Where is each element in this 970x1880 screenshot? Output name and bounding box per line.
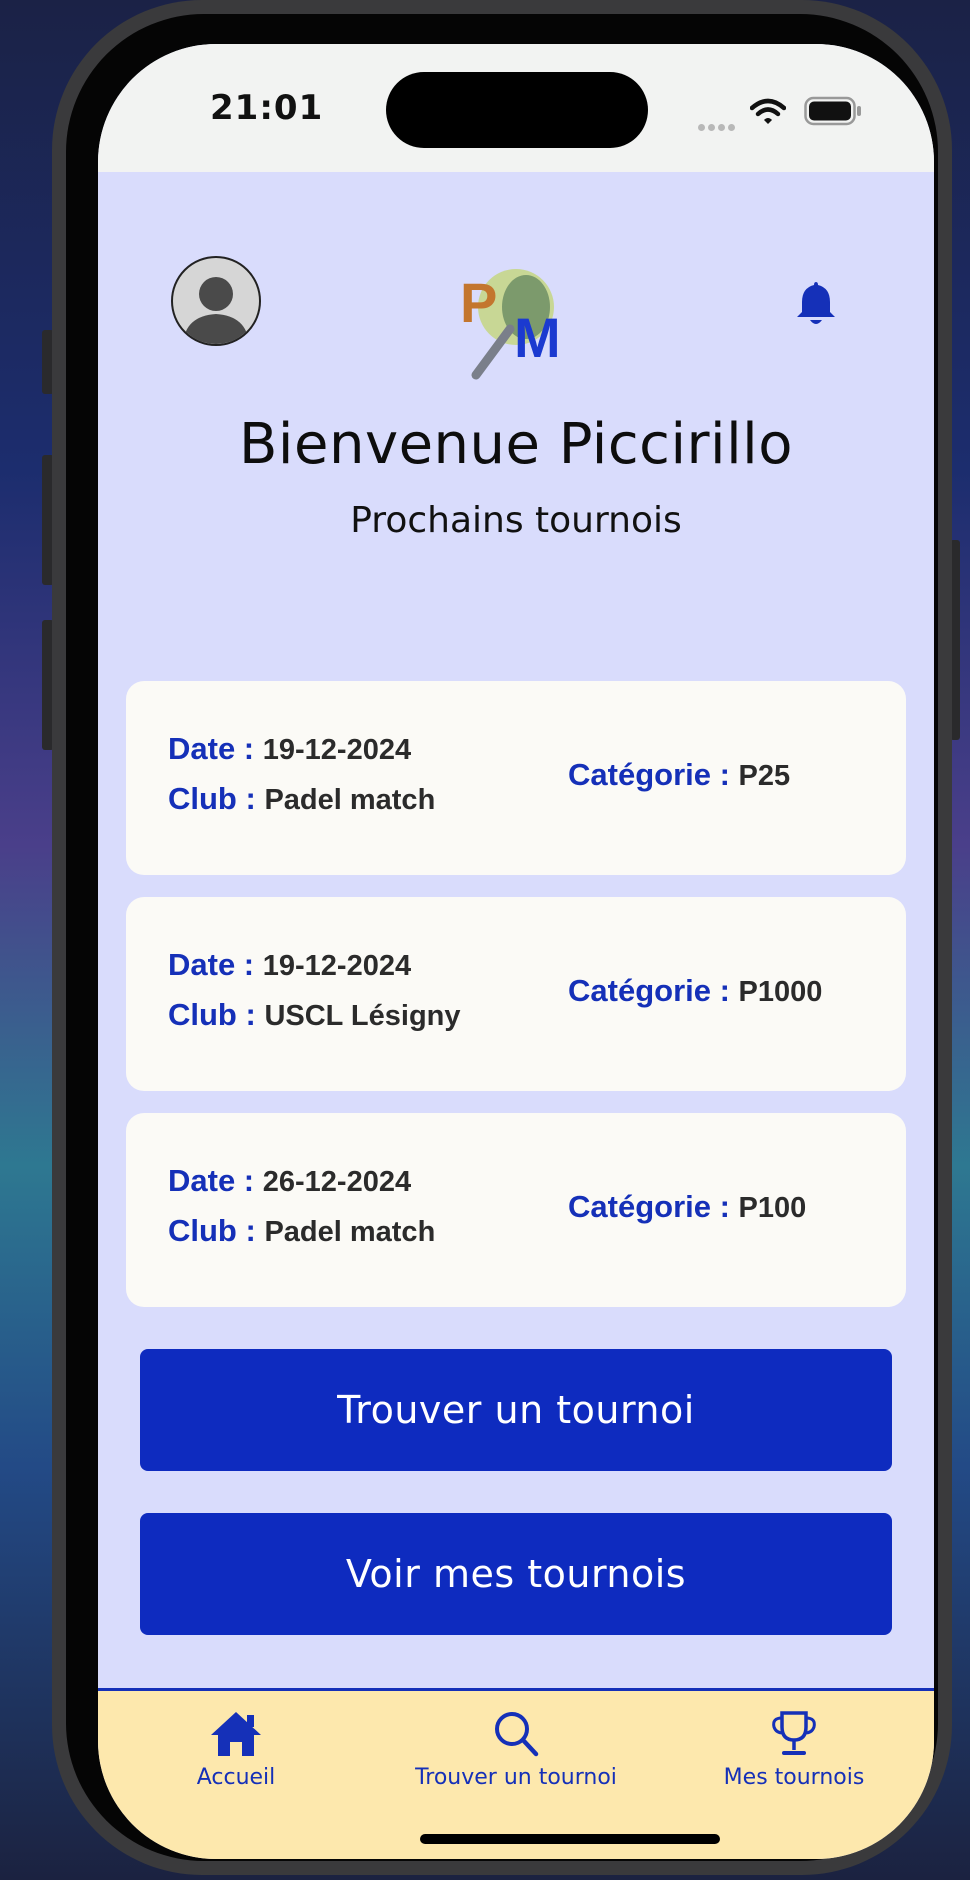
- tournament-date: Date : 19-12-2024: [168, 947, 411, 983]
- date-value: 19-12-2024: [262, 734, 412, 766]
- notification-bell-button[interactable]: [794, 278, 838, 330]
- club-value: Padel match: [264, 784, 436, 816]
- app-logo: P M: [454, 267, 574, 386]
- category-value: P25: [738, 760, 791, 792]
- tab-trouver-un-tournoi[interactable]: Trouver un tournoi: [386, 1691, 646, 1801]
- phone-frame: 21:01 P M Bienvenue Piccirillo Prochains…: [52, 0, 952, 1875]
- tournament-card[interactable]: Date : 26-12-2024 Club : Padel match Cat…: [126, 1113, 906, 1307]
- status-bar: 21:01: [98, 44, 934, 172]
- home-icon: [106, 1709, 366, 1759]
- cellular-signal-icon: [698, 116, 738, 135]
- tournament-club: Club : Padel match: [168, 781, 435, 817]
- tournament-date: Date : 26-12-2024: [168, 1163, 411, 1199]
- wifi-icon: [749, 98, 787, 130]
- tournament-category: Catégorie : P1000: [568, 973, 822, 1009]
- app-screen: 21:01 P M Bienvenue Piccirillo Prochains…: [98, 44, 934, 1859]
- welcome-title: Bienvenue Piccirillo: [239, 412, 793, 477]
- user-silhouette-icon: [183, 277, 249, 344]
- club-value: USCL Lésigny: [264, 1000, 461, 1032]
- category-label: Catégorie :: [568, 973, 730, 1008]
- club-value: Padel match: [264, 1216, 436, 1248]
- tournament-category: Catégorie : P25: [568, 757, 790, 793]
- category-value: P100: [738, 1192, 807, 1224]
- bottom-tab-bar: Accueil Trouver un tournoi Mes tournois: [98, 1688, 934, 1859]
- search-icon: [386, 1709, 646, 1759]
- dynamic-island: [386, 72, 648, 148]
- find-tournament-button[interactable]: Trouver un tournoi: [140, 1349, 892, 1471]
- date-label: Date :: [168, 1163, 255, 1198]
- date-label: Date :: [168, 947, 255, 982]
- category-label: Catégorie :: [568, 1189, 730, 1224]
- tab-label: Accueil: [196, 1765, 276, 1790]
- home-indicator: [420, 1834, 720, 1844]
- tab-label: Trouver un tournoi: [415, 1765, 617, 1790]
- logo-letter-m: M: [514, 306, 561, 369]
- tournament-card[interactable]: Date : 19-12-2024 Club : Padel match Cat…: [126, 681, 906, 875]
- tournament-club: Club : Padel match: [168, 1213, 435, 1249]
- category-value: P1000: [738, 976, 823, 1008]
- logo-letter-p: P: [460, 271, 497, 334]
- club-label: Club :: [168, 781, 256, 816]
- tab-label: Mes tournois: [723, 1765, 865, 1790]
- home-content: P M Bienvenue Piccirillo Prochains tourn…: [98, 172, 934, 1718]
- trophy-icon: [664, 1709, 924, 1759]
- date-label: Date :: [168, 731, 255, 766]
- phone-bezel: 21:01 P M Bienvenue Piccirillo Prochains…: [66, 14, 938, 1861]
- date-value: 19-12-2024: [262, 950, 412, 982]
- bell-icon: [797, 282, 835, 324]
- upcoming-tournaments-heading: Prochains tournois: [350, 500, 682, 541]
- profile-avatar[interactable]: [171, 256, 261, 346]
- date-value: 26-12-2024: [262, 1166, 412, 1198]
- tournament-category: Catégorie : P100: [568, 1189, 806, 1225]
- club-label: Club :: [168, 1213, 256, 1248]
- category-label: Catégorie :: [568, 757, 730, 792]
- tab-accueil[interactable]: Accueil: [106, 1691, 366, 1801]
- tab-mes-tournois[interactable]: Mes tournois: [664, 1691, 924, 1801]
- tournament-date: Date : 19-12-2024: [168, 731, 411, 767]
- my-tournaments-button[interactable]: Voir mes tournois: [140, 1513, 892, 1635]
- club-label: Club :: [168, 997, 256, 1032]
- status-time: 21:01: [210, 88, 324, 128]
- tournament-club: Club : USCL Lésigny: [168, 997, 461, 1033]
- battery-icon: [804, 96, 862, 130]
- tournament-card[interactable]: Date : 19-12-2024 Club : USCL Lésigny Ca…: [126, 897, 906, 1091]
